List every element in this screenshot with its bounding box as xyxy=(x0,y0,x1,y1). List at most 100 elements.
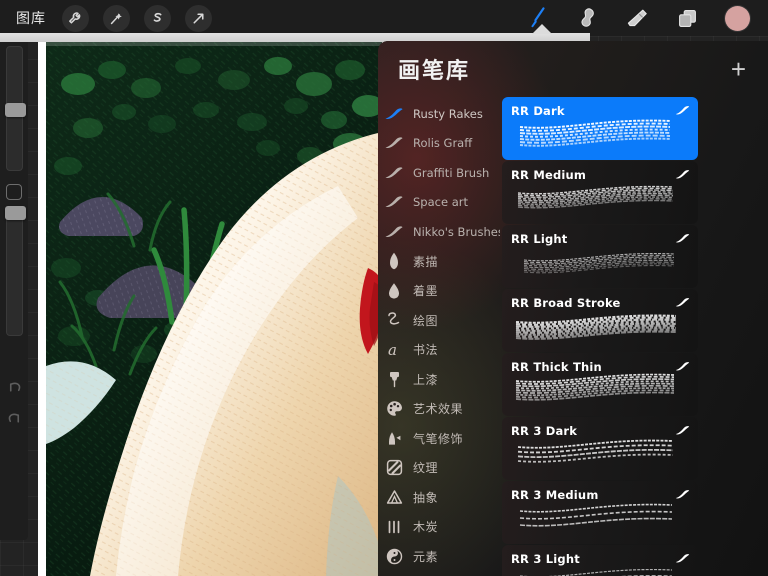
brush-category-label: Space art xyxy=(413,195,468,210)
brush-stroke-icon[interactable] xyxy=(674,487,691,505)
brush-category-item[interactable]: Graffiti Brush xyxy=(378,158,500,188)
artwork-image xyxy=(38,36,386,576)
add-brush-button[interactable]: + xyxy=(731,56,746,82)
brush-stroke-icon[interactable] xyxy=(674,295,691,313)
left-sidebar xyxy=(0,36,28,540)
elements-yinyang-icon xyxy=(384,548,404,565)
brush-item-label: RR Broad Stroke xyxy=(511,296,621,310)
brush-item-label: RR Dark xyxy=(511,104,565,118)
transform-arrow-icon[interactable] xyxy=(185,4,212,32)
toolbar-left-group: 图库 xyxy=(0,4,212,32)
calligraphy-a-icon: a xyxy=(384,341,404,359)
toolbar-right-group xyxy=(523,5,768,31)
brush-item-label: RR Light xyxy=(511,232,568,246)
brush-stroke-icon[interactable] xyxy=(674,231,691,249)
brush-item-label: RR 3 Medium xyxy=(511,488,599,502)
opacity-slider-thumb[interactable] xyxy=(4,206,26,220)
popover-pointer-arrow xyxy=(532,24,552,34)
brush-category-list[interactable]: Rusty Rakes Rolis Graff Graffiti Brush Spac… xyxy=(378,97,500,576)
panel-title: 画笔库 xyxy=(398,59,471,84)
paint-brush-icon xyxy=(384,370,404,388)
brush-size-slider-thumb[interactable] xyxy=(4,103,26,117)
brush-category-label: 抽象 xyxy=(413,490,439,505)
brush-category-item[interactable]: 抽象 xyxy=(378,483,500,513)
brush-stroke-icon xyxy=(384,195,404,209)
brush-category-item[interactable]: 元素 xyxy=(378,542,500,572)
brush-category-label: 素描 xyxy=(413,254,439,269)
brush-stroke-icon xyxy=(384,225,404,239)
redo-icon[interactable] xyxy=(6,411,23,426)
brush-item-label: RR Medium xyxy=(511,168,587,182)
texture-icon xyxy=(384,459,404,476)
brush-category-label: 气笔修饰 xyxy=(413,431,464,446)
brush-category-label: 上漆 xyxy=(413,372,439,387)
brush-stroke-icon[interactable] xyxy=(674,551,691,569)
brush-category-label: 绘图 xyxy=(413,313,439,328)
brush-category-item[interactable]: 纹理 xyxy=(378,453,500,483)
brush-category-item[interactable]: Rolis Graff xyxy=(378,129,500,159)
brush-category-label: Rusty Rakes xyxy=(413,106,483,121)
brush-item[interactable]: RR 3 Dark xyxy=(502,417,698,480)
modify-square-button[interactable] xyxy=(6,184,22,200)
brush-size-slider[interactable] xyxy=(4,46,26,171)
brush-category-label: 元素 xyxy=(413,549,439,564)
brush-item[interactable]: RR Broad Stroke xyxy=(502,289,698,352)
brush-item-list[interactable]: RR Dark RR Medium RR Light RR Broad Stroke R… xyxy=(502,97,702,576)
brush-category-item[interactable]: 艺术效果 xyxy=(378,394,500,424)
brush-item-label: RR 3 Light xyxy=(511,552,580,566)
brush-category-item[interactable]: 绘图 xyxy=(378,306,500,336)
brush-category-label: 着墨 xyxy=(413,284,439,299)
brush-category-label: Nikko's Brushes xyxy=(413,224,500,239)
smudge-icon[interactable] xyxy=(575,6,599,30)
brush-stroke-icon[interactable] xyxy=(674,423,691,441)
magic-wand-icon[interactable] xyxy=(103,4,130,32)
airbrush-icon xyxy=(384,430,404,447)
eraser-icon[interactable] xyxy=(625,6,650,31)
brush-stroke-icon[interactable] xyxy=(674,167,691,185)
brush-category-label: 纹理 xyxy=(413,461,439,476)
brush-category-item[interactable]: a 书法 xyxy=(378,335,500,365)
brush-stroke-icon xyxy=(384,136,404,150)
brush-stroke-icon[interactable] xyxy=(674,103,691,121)
brush-item-label: RR 3 Dark xyxy=(511,424,578,438)
layers-icon[interactable] xyxy=(676,7,699,30)
opacity-slider[interactable] xyxy=(4,206,26,336)
brush-category-label: 艺术效果 xyxy=(413,402,464,417)
charcoal-icon xyxy=(384,519,404,535)
panel-header: 画笔库 + xyxy=(378,41,768,97)
brush-item[interactable]: RR Medium xyxy=(502,161,698,224)
brush-item[interactable]: RR Dark xyxy=(502,97,698,160)
drawing-curve-icon xyxy=(384,311,404,329)
brush-category-item[interactable]: 素描 xyxy=(378,247,500,277)
top-toolbar: 图库 xyxy=(0,0,768,36)
undo-icon[interactable] xyxy=(6,380,23,395)
brush-category-item[interactable]: 上漆 xyxy=(378,365,500,395)
brush-stroke-icon xyxy=(384,166,404,180)
adjustments-wrench-icon[interactable] xyxy=(62,4,89,32)
gallery-button[interactable]: 图库 xyxy=(14,6,48,30)
panel-right-gutter xyxy=(702,97,768,576)
brush-category-item[interactable]: 着墨 xyxy=(378,276,500,306)
color-swatch-button[interactable] xyxy=(725,5,750,31)
brush-item-label: RR Thick Thin xyxy=(511,360,602,374)
brush-item[interactable]: RR Thick Thin xyxy=(502,353,698,416)
brush-stroke-icon[interactable] xyxy=(674,359,691,377)
brush-library-panel: 画笔库 + Rusty Rakes Rolis Graff Graffiti Bru… xyxy=(378,41,768,576)
brush-item[interactable]: RR 3 Light xyxy=(502,545,698,576)
ink-drop-icon xyxy=(384,282,404,300)
selection-s-icon[interactable] xyxy=(144,4,171,32)
palette-icon xyxy=(384,400,404,417)
brush-category-item[interactable]: 木炭 xyxy=(378,512,500,542)
brush-category-label: 书法 xyxy=(413,343,439,358)
brush-category-label: 木炭 xyxy=(413,520,439,535)
panel-body: Rusty Rakes Rolis Graff Graffiti Brush Spac… xyxy=(378,97,768,576)
brush-stroke-icon xyxy=(384,107,404,121)
svg-text:a: a xyxy=(388,341,397,359)
canvas[interactable] xyxy=(38,36,386,576)
brush-category-item[interactable]: Rusty Rakes xyxy=(378,99,500,129)
brush-item[interactable]: RR Light xyxy=(502,225,698,288)
brush-category-item[interactable]: Nikko's Brushes xyxy=(378,217,500,247)
brush-category-item[interactable]: Space art xyxy=(378,188,500,218)
brush-category-item[interactable]: 气笔修饰 xyxy=(378,424,500,454)
brush-item[interactable]: RR 3 Medium xyxy=(502,481,698,544)
